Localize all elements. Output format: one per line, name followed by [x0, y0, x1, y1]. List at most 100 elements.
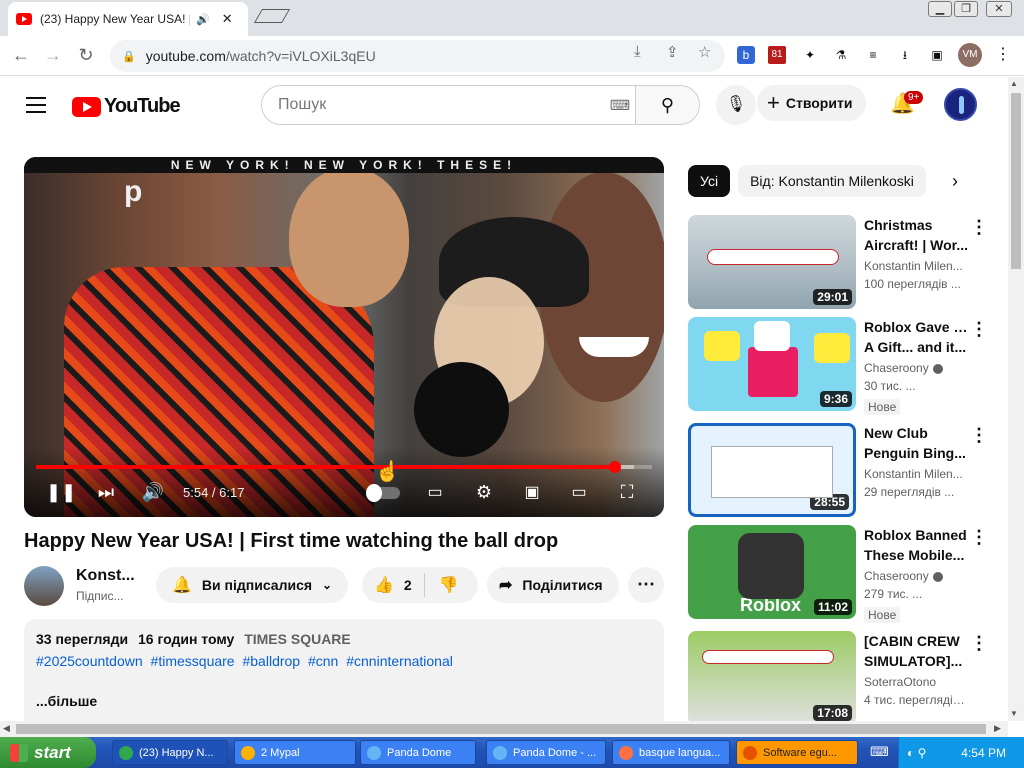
- channel-name[interactable]: Chaseroony: [864, 569, 968, 583]
- hashtag-link[interactable]: #cnn: [308, 653, 338, 669]
- share-button[interactable]: ➦ Поділитися: [487, 567, 619, 603]
- recommended-video[interactable]: 28:55 New Club Penguin Bing... Konstantin…: [688, 423, 988, 517]
- search-button[interactable]: ⚲: [635, 86, 699, 124]
- progress-bar[interactable]: [36, 461, 652, 473]
- thumbs-down-icon[interactable]: 👎: [425, 575, 459, 595]
- bitwarden-extension-icon[interactable]: b: [737, 46, 755, 64]
- video-title[interactable]: Roblox Gave Us A Gift... and it...: [864, 317, 968, 357]
- new-tab-button[interactable]: [253, 9, 291, 23]
- star-icon[interactable]: ☆: [698, 43, 711, 61]
- recommended-video[interactable]: 9:36 Roblox Gave Us A Gift... and it... C…: [688, 317, 988, 415]
- lock-icon[interactable]: 🔒: [122, 50, 136, 63]
- keyboard-layout-icon[interactable]: ⌨: [870, 744, 889, 760]
- recommended-video[interactable]: 17:08 [CABIN CREW SIMULATOR]... SoterraOt…: [688, 631, 988, 721]
- install-icon[interactable]: ⤓: [634, 43, 641, 60]
- miniplayer-icon[interactable]: ▣: [518, 482, 546, 502]
- more-actions-button[interactable]: ⋯: [628, 567, 664, 603]
- chevron-right-icon[interactable]: ›: [952, 171, 958, 192]
- video-title[interactable]: New Club Penguin Bing...: [864, 423, 968, 463]
- tray-icons[interactable]: ◐ ⚲: [907, 746, 926, 760]
- hamburger-menu-icon[interactable]: [26, 97, 46, 118]
- subscribed-button[interactable]: 🔔 Ви підписалися ⌄: [156, 567, 349, 603]
- taskbar-item[interactable]: Panda Dome: [360, 740, 476, 765]
- show-more-link[interactable]: ...більше: [36, 693, 652, 709]
- horizontal-scrollbar[interactable]: ◀ ▶: [0, 721, 1008, 737]
- tab-close-icon[interactable]: ✕: [222, 11, 233, 27]
- scroll-up-icon[interactable]: ▲: [1010, 79, 1018, 88]
- taskbar-item[interactable]: 2 Mypal: [234, 740, 356, 765]
- taskbar-item[interactable]: (23) Happy N...: [112, 740, 228, 765]
- channel-avatar[interactable]: [24, 566, 64, 606]
- scrollbar-thumb[interactable]: [1011, 93, 1021, 269]
- keyboard-icon[interactable]: ⌨: [605, 86, 635, 124]
- volume-icon[interactable]: 🔊: [139, 482, 167, 503]
- chip-from-channel[interactable]: Від: Konstantin Milenkoski: [738, 165, 926, 197]
- video-title[interactable]: Roblox Banned These Mobile...: [864, 525, 968, 565]
- hashtag-link[interactable]: #2025countdown: [36, 653, 143, 669]
- recommended-video[interactable]: 29:01 Christmas Aircraft! | Wor... Konsta…: [688, 215, 988, 309]
- download-icon[interactable]: ⭳: [896, 46, 914, 64]
- browser-tab[interactable]: (23) Happy New Year USA! | Fi 🔊 ✕: [8, 2, 248, 36]
- minimize-button[interactable]: ▁: [928, 1, 952, 17]
- video-player[interactable]: p NEW YORK! NEW YORK! THESE! ❚❚ ⏭ 🔊 5:54…: [24, 157, 664, 517]
- vertical-scrollbar[interactable]: ▲ ▼: [1008, 77, 1024, 721]
- forward-icon[interactable]: →: [42, 45, 64, 66]
- fullscreen-icon[interactable]: ⛶: [613, 482, 641, 503]
- autoplay-toggle[interactable]: [366, 484, 400, 502]
- channel-name[interactable]: Chaseroony: [864, 361, 968, 375]
- reload-icon[interactable]: ↻: [75, 45, 97, 66]
- youtube-logo[interactable]: YouTube: [72, 95, 181, 118]
- more-vert-icon[interactable]: ⋮: [970, 217, 988, 238]
- video-title[interactable]: [CABIN CREW SIMULATOR]...: [864, 631, 968, 671]
- channel-name[interactable]: Konstantin Milen...: [864, 467, 968, 481]
- more-vert-icon[interactable]: ⋮: [970, 319, 988, 340]
- scroll-left-icon[interactable]: ◀: [3, 723, 10, 734]
- search-input[interactable]: [262, 86, 605, 124]
- taskbar-item[interactable]: Panda Dome - ...: [486, 740, 606, 765]
- hashtag-link[interactable]: #timessquare: [151, 653, 235, 669]
- video-thumbnail[interactable]: 28:55: [688, 423, 856, 517]
- more-vert-icon[interactable]: ⋮: [970, 527, 988, 548]
- channel-name[interactable]: SoterraOtono: [864, 675, 968, 689]
- taskbar-item[interactable]: Software egu...: [736, 740, 858, 765]
- next-icon[interactable]: ⏭: [92, 482, 120, 503]
- audio-icon[interactable]: 🔊: [196, 13, 210, 26]
- window-close-button[interactable]: ✕: [986, 1, 1012, 17]
- maximize-button[interactable]: ❐: [954, 1, 978, 17]
- voice-search-button[interactable]: 🎙: [716, 85, 756, 125]
- more-vert-icon[interactable]: ⋮: [970, 633, 988, 654]
- taskbar-item[interactable]: basque langua...: [612, 740, 730, 765]
- more-vert-icon[interactable]: ⋮: [970, 425, 988, 446]
- back-icon[interactable]: ←: [10, 45, 32, 66]
- scroll-down-icon[interactable]: ▼: [1010, 709, 1018, 718]
- calendar-extension-icon[interactable]: 81: [768, 46, 786, 64]
- sidepanel-icon[interactable]: ▣: [928, 46, 946, 64]
- user-avatar[interactable]: [944, 88, 977, 121]
- playlist-icon[interactable]: ≡: [864, 46, 882, 64]
- pause-icon[interactable]: ❚❚: [46, 482, 76, 503]
- progress-scrubber-handle[interactable]: [609, 461, 622, 473]
- like-button[interactable]: 👍 2: [362, 573, 425, 597]
- video-thumbnail[interactable]: 9:36: [688, 317, 856, 411]
- share-icon[interactable]: ⇪: [666, 43, 679, 61]
- address-bar[interactable]: 🔒 youtube.com/watch?v=iVLOXiL3qEU: [110, 40, 725, 72]
- subtitles-icon[interactable]: ▭: [421, 482, 449, 502]
- start-button[interactable]: start: [0, 737, 96, 768]
- video-thumbnail[interactable]: 17:08: [688, 631, 856, 721]
- flask-icon[interactable]: ⚗: [832, 46, 850, 64]
- clock[interactable]: 4:54 PM: [961, 746, 1006, 760]
- location-tag[interactable]: TIMES SQUARE: [244, 631, 351, 647]
- menu-icon[interactable]: ⋮: [994, 46, 1012, 64]
- recommended-video[interactable]: Roblox 11:02 Roblox Banned These Mobile...…: [688, 525, 988, 623]
- chip-all[interactable]: Усі: [688, 165, 731, 197]
- scrollbar-thumb[interactable]: [16, 724, 986, 734]
- description-box[interactable]: 33 перегляди 16 годин тому TIMES SQUARE …: [24, 619, 664, 729]
- settings-gear-icon[interactable]: ⚙: [470, 482, 498, 503]
- channel-name[interactable]: Konst...: [76, 567, 135, 585]
- create-button[interactable]: + Створити: [757, 85, 867, 121]
- video-thumbnail[interactable]: Roblox 11:02: [688, 525, 856, 619]
- scroll-right-icon[interactable]: ▶: [994, 723, 1001, 734]
- channel-name[interactable]: Konstantin Milen...: [864, 259, 968, 273]
- profile-avatar[interactable]: VM: [958, 43, 982, 67]
- hashtag-link[interactable]: #balldrop: [242, 653, 300, 669]
